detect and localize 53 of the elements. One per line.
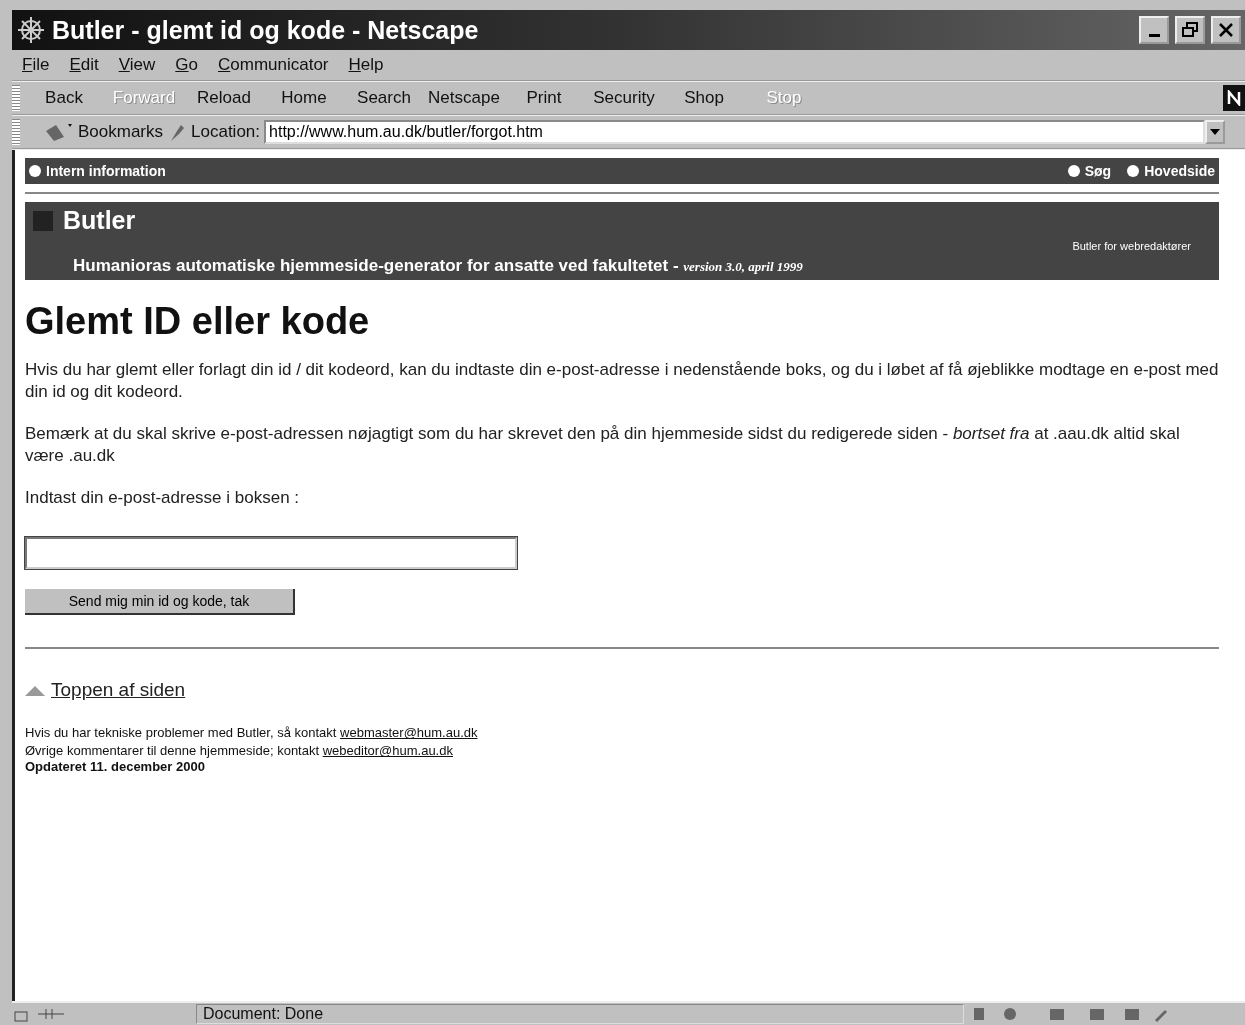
wheel-icon [16,15,46,45]
toolbar-button[interactable]: Netscape [424,88,504,108]
menu-item[interactable]: View [118,55,156,75]
nav-link[interactable]: Intern information [29,163,166,179]
updated-text: Opdateret 11. december 2000 [25,759,206,775]
toolbar-button[interactable]: Print [504,88,584,108]
logo-icon [1223,85,1245,111]
email-field[interactable] [25,537,517,570]
menu-item[interactable]: Help [348,55,384,75]
toolbar-grip[interactable] [12,85,20,111]
menu-item[interactable]: Go [175,55,198,75]
triangle-icon [25,684,45,697]
toolbar-button[interactable]: Shop [664,88,744,108]
submit-button[interactable]: Send mig min id og kode, tak [25,589,295,616]
toolbar-button[interactable]: Search [344,88,424,108]
menu-item[interactable]: Communicator [218,55,329,75]
close-button[interactable] [1211,16,1241,44]
email-link[interactable]: webmaster@hum.au.dk [340,725,478,741]
close-icon [1218,22,1234,38]
toolbar-button[interactable]: Reload [184,88,264,108]
banner-link[interactable]: Butler for webredaktører [1072,240,1191,252]
menu-item[interactable]: Edit [69,55,99,75]
paragraph: Indtast din e-post-adresse i boksen : [25,487,301,510]
bookmarks-button[interactable]: Bookmarks [78,122,164,142]
location-label: Location: [191,122,261,142]
plug-icon [38,1006,64,1022]
minimize-button[interactable] [1139,16,1169,44]
dropdown-button[interactable] [1205,120,1225,144]
page-heading: Glemt ID eller kode [25,300,371,343]
paragraph: Hvis du har glemt eller forlagt din id / dit kodeord, kan du indtaste din e-post-adresse i nedenstående boks, og du i løbet af få øjeblikke modtage en e-post med din id og dit kodeord. [25,359,1219,404]
restore-button[interactable] [1175,16,1205,44]
toolbar-button[interactable]: Home [264,88,344,108]
restore-icon [1182,22,1198,38]
menu-item[interactable]: File [22,55,50,75]
toolbar-grip[interactable] [12,119,20,145]
toolbar-button[interactable]: Security [584,88,664,108]
bookmark-icon[interactable] [44,121,74,143]
status-text: Document: Done [196,1004,964,1024]
caret-icon [1210,129,1220,135]
banner-subtitle: Humanioras automatiske hjemmeside-generator for ansatte ved fakultetet - version 3.0, april 1999 [73,256,804,276]
toolbar-button[interactable]: Back [24,88,104,108]
paragraph: Bemærk at du skal skrive e-post-adressen nøjagtigt som du har skrevet den på din hjemmeside sidst du redigerede siden - bortset fra at .aau.dk altid skal være .au.dk [25,423,1181,468]
window-title: Butler - glemt id og kode - Netscape [52,15,480,45]
top-link[interactable]: Toppen af siden [51,679,186,702]
email-link[interactable]: webeditor@hum.au.dk [322,743,453,759]
url-field[interactable]: http://www.hum.au.dk/butler/forgot.htm [264,120,1205,144]
footer-text: Øvrige kommentarer til denne hjemmeside; kontakt [25,743,321,759]
square-icon [33,210,53,231]
minimize-icon [1148,33,1160,37]
footer-text: Hvis du har tekniske problemer med Butler, så kontakt [25,725,338,741]
banner-title: Butler [63,206,136,235]
nav-link[interactable]: Hovedside [1127,163,1215,179]
nav-link[interactable]: Søg [1067,163,1112,179]
